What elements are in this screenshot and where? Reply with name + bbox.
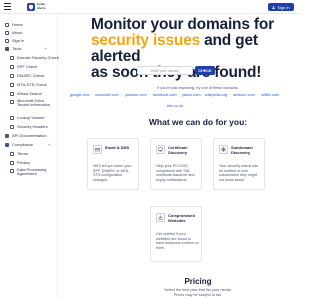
hint-text: If you're just exploring, try one of the… xyxy=(157,86,239,90)
example-domain-link[interactable]: yahoo.com xyxy=(182,93,201,97)
sidebar-item-mta-sts-check[interactable]: MTA-STS Check xyxy=(10,81,47,88)
info-icon xyxy=(5,30,9,35)
sidebar-item-api-documentation[interactable]: API Documentation xyxy=(5,132,46,139)
feature-card-compromised-websites: Compromised Websites Get notified if you… xyxy=(150,206,202,262)
feature-card-certificate-discovery: Certificate Discovery Help your PCI-DSS … xyxy=(150,138,202,190)
sidebar-item-about[interactable]: About xyxy=(5,29,22,36)
check-button[interactable]: CHECK xyxy=(195,66,215,75)
pricing-subtitle: Select the best plan that fits your need… xyxy=(164,288,232,297)
sign-in-button[interactable]: Sign in xyxy=(268,3,294,11)
lock-icon xyxy=(10,82,14,87)
sidebar-item-entra-tenant[interactable]: Microsoft Entra Tenant Information xyxy=(10,98,56,110)
document-icon xyxy=(10,124,14,129)
chevron-up-icon: ˄ xyxy=(44,46,47,51)
sidebar-item-lookup-volume[interactable]: Lookup Volume xyxy=(10,114,45,121)
domain-input[interactable]: enter your domain xyxy=(137,66,193,75)
example-domain-link[interactable]: youtube.com xyxy=(125,93,147,97)
sidebar-item-dpa[interactable]: Data Processing Agreement xyxy=(10,167,54,179)
globe-icon xyxy=(219,145,228,154)
example-domain-link[interactable]: facebook.com xyxy=(153,93,177,97)
sign-in-icon xyxy=(5,38,9,43)
sidebar-item-whois-search[interactable]: Whois Search xyxy=(10,90,42,97)
sidebar-item-tools[interactable]: Tools ˄ xyxy=(5,45,47,52)
sidebar-item-terms[interactable]: Terms xyxy=(10,150,28,157)
features-title: What we can do for you: xyxy=(148,117,248,127)
example-domain-link[interactable]: netflix.com xyxy=(261,93,279,97)
certificate-icon xyxy=(156,145,165,154)
chart-icon xyxy=(10,115,14,120)
logo-text: Cyber Alerts xyxy=(37,2,46,10)
sidebar-item-dmarc-check[interactable]: DMARC Check xyxy=(10,72,44,79)
feature-card-subdomain-discovery: Subdomain Discovery Your security teams … xyxy=(213,138,265,190)
code-icon xyxy=(5,133,9,138)
warning-icon xyxy=(156,213,165,222)
example-domain-link[interactable]: amazon.com xyxy=(233,93,255,97)
shield-icon xyxy=(10,55,14,60)
sidebar: Home About Sign in Tools ˄ Domain Securi… xyxy=(0,14,59,300)
sidebar-item-compliance[interactable]: Compliance ˄ xyxy=(5,141,50,148)
sidebar-item-sign-in[interactable]: Sign in xyxy=(5,37,24,44)
pricing-title: Pricing xyxy=(184,277,212,286)
example-domain-link[interactable]: wikipedia.org xyxy=(205,93,227,97)
chevron-up-icon: ˄ xyxy=(48,142,51,147)
sidebar-item-home[interactable]: Home xyxy=(5,21,23,28)
example-domain-link[interactable]: google.com xyxy=(70,93,90,97)
eye-icon xyxy=(10,160,14,165)
user-icon xyxy=(272,5,276,9)
sidebar-item-security-headers[interactable]: Security Headers xyxy=(10,123,48,130)
mail-icon xyxy=(10,73,14,78)
tools-icon xyxy=(5,46,9,51)
top-bar: Cyber Alerts Sign in xyxy=(0,0,300,14)
sidebar-item-domain-security-check[interactable]: Domain Security Check xyxy=(10,54,59,61)
home-icon xyxy=(5,22,9,27)
mail-icon xyxy=(93,145,102,154)
document-icon xyxy=(10,168,14,173)
sidebar-item-privacy[interactable]: Privacy xyxy=(10,159,30,166)
building-icon xyxy=(10,99,14,104)
hero-highlight: security issues xyxy=(91,32,201,49)
example-domain-link[interactable]: bbc.co.uk xyxy=(167,104,183,108)
shield-logo-icon xyxy=(27,2,35,11)
feature-card-email-dns: Email & DNS We'll tell you when your SPF… xyxy=(87,138,139,190)
menu-icon[interactable] xyxy=(4,3,11,10)
search-icon xyxy=(10,91,14,96)
compliance-icon xyxy=(5,142,9,147)
logo[interactable]: Cyber Alerts xyxy=(27,2,57,11)
check-icon xyxy=(10,64,14,69)
example-domain-link[interactable]: microsoft.com xyxy=(95,93,119,97)
document-icon xyxy=(10,151,14,156)
sidebar-item-spf-check[interactable]: SPF Check xyxy=(10,63,37,70)
